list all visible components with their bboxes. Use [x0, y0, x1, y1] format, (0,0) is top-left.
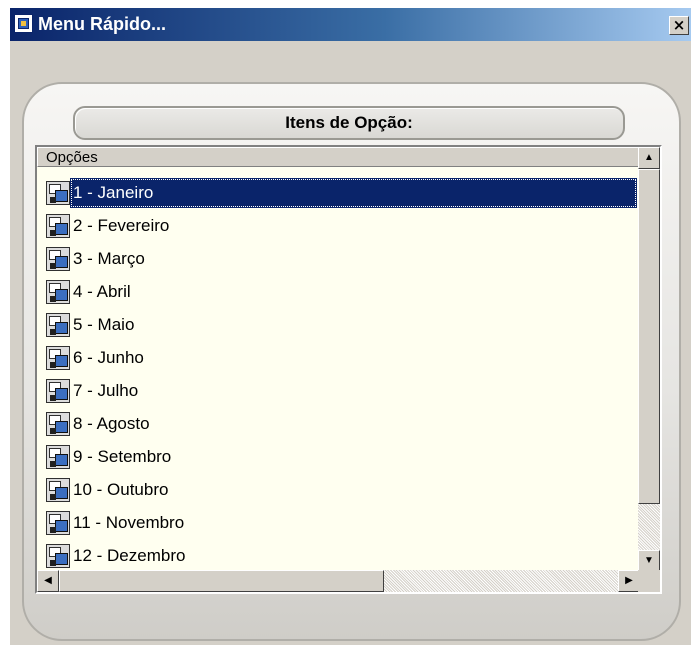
- vertical-scroll-thumb[interactable]: [638, 169, 660, 504]
- list-item-label-area: 4 - Abril: [70, 277, 637, 307]
- list-item-label-area: 8 - Agosto: [70, 409, 637, 439]
- list-item[interactable]: 1 - Janeiro: [37, 178, 640, 211]
- list-item[interactable]: 7 - Julho: [37, 376, 640, 409]
- list-item-label: 6 - Junho: [73, 348, 144, 367]
- window-icon: [46, 511, 70, 535]
- list-item-label-area: 10 - Outubro: [70, 475, 637, 505]
- list-item[interactable]: 10 - Outubro: [37, 475, 640, 508]
- list-item-label: 12 - Dezembro: [73, 546, 186, 565]
- list-item-label: 3 - Março: [73, 249, 145, 268]
- list-item-label-area: 3 - Março: [70, 244, 637, 274]
- list-item-label: 11 - Novembro: [73, 513, 185, 532]
- window-icon: [46, 313, 70, 337]
- vertical-scrollbar[interactable]: ▲ ▼: [638, 147, 660, 572]
- list-item-label-area: 5 - Maio: [70, 310, 637, 340]
- window-icon: [46, 379, 70, 403]
- window-icon: [46, 181, 70, 205]
- list-item-label-area: 6 - Junho: [70, 343, 637, 373]
- close-button[interactable]: ×: [669, 16, 689, 35]
- window-icon: [46, 544, 70, 568]
- scroll-right-button[interactable]: ▶: [618, 570, 640, 592]
- list-item-label-area: 7 - Julho: [70, 376, 637, 406]
- list-item-label-area: 1 - Janeiro: [70, 178, 637, 208]
- list-item-label: 10 - Outubro: [73, 480, 169, 499]
- window-icon: [46, 478, 70, 502]
- list-item-label-area: 9 - Setembro: [70, 442, 637, 472]
- list-item-label: 4 - Abril: [73, 282, 131, 301]
- window-icon: [46, 412, 70, 436]
- window-icon: [46, 445, 70, 469]
- scroll-down-button[interactable]: ▼: [638, 550, 660, 572]
- scroll-left-button[interactable]: ◀: [37, 570, 59, 592]
- list-item-label: 9 - Setembro: [73, 447, 172, 466]
- horizontal-scrollbar[interactable]: ◀ ▶: [37, 570, 640, 592]
- options-heading: Itens de Opção:: [73, 106, 625, 140]
- window-icon: [46, 214, 70, 238]
- scrollbar-corner: [638, 570, 660, 592]
- list-item-label-area: 2 - Fevereiro: [70, 211, 637, 241]
- scroll-up-button[interactable]: ▲: [638, 147, 660, 169]
- window-icon: [46, 247, 70, 271]
- list-item[interactable]: 4 - Abril: [37, 277, 640, 310]
- options-listview[interactable]: Opções 1 - Janeiro 2 - Fevereiro 3 - Março…: [35, 145, 662, 594]
- list-item-label-area: 12 - Dezembro: [70, 541, 637, 571]
- list-item[interactable]: 8 - Agosto: [37, 409, 640, 442]
- app-icon[interactable]: [14, 14, 33, 33]
- list-item-label: 7 - Julho: [73, 381, 139, 400]
- list-item-label: 5 - Maio: [73, 315, 135, 334]
- horizontal-scroll-thumb[interactable]: [59, 570, 384, 592]
- column-header-opcoes[interactable]: Opções: [37, 147, 640, 167]
- list-item-label-area: 11 - Novembro: [70, 508, 637, 538]
- list-item-label: 2 - Fevereiro: [73, 216, 170, 235]
- list-item[interactable]: 9 - Setembro: [37, 442, 640, 475]
- options-list: 1 - Janeiro 2 - Fevereiro 3 - Março 4 - Abr…: [37, 178, 640, 574]
- window-icon: [46, 280, 70, 304]
- list-item-label: 1 - Janeiro: [73, 183, 154, 202]
- list-item[interactable]: 5 - Maio: [37, 310, 640, 343]
- list-item[interactable]: 11 - Novembro: [37, 508, 640, 541]
- list-item[interactable]: 2 - Fevereiro: [37, 211, 640, 244]
- window-title: Menu Rápido...: [38, 14, 166, 34]
- list-item-label: 8 - Agosto: [73, 414, 150, 433]
- list-item[interactable]: 3 - Março: [37, 244, 640, 277]
- list-item[interactable]: 6 - Junho: [37, 343, 640, 376]
- title-bar[interactable]: Menu Rápido...: [10, 8, 691, 41]
- window-icon: [46, 346, 70, 370]
